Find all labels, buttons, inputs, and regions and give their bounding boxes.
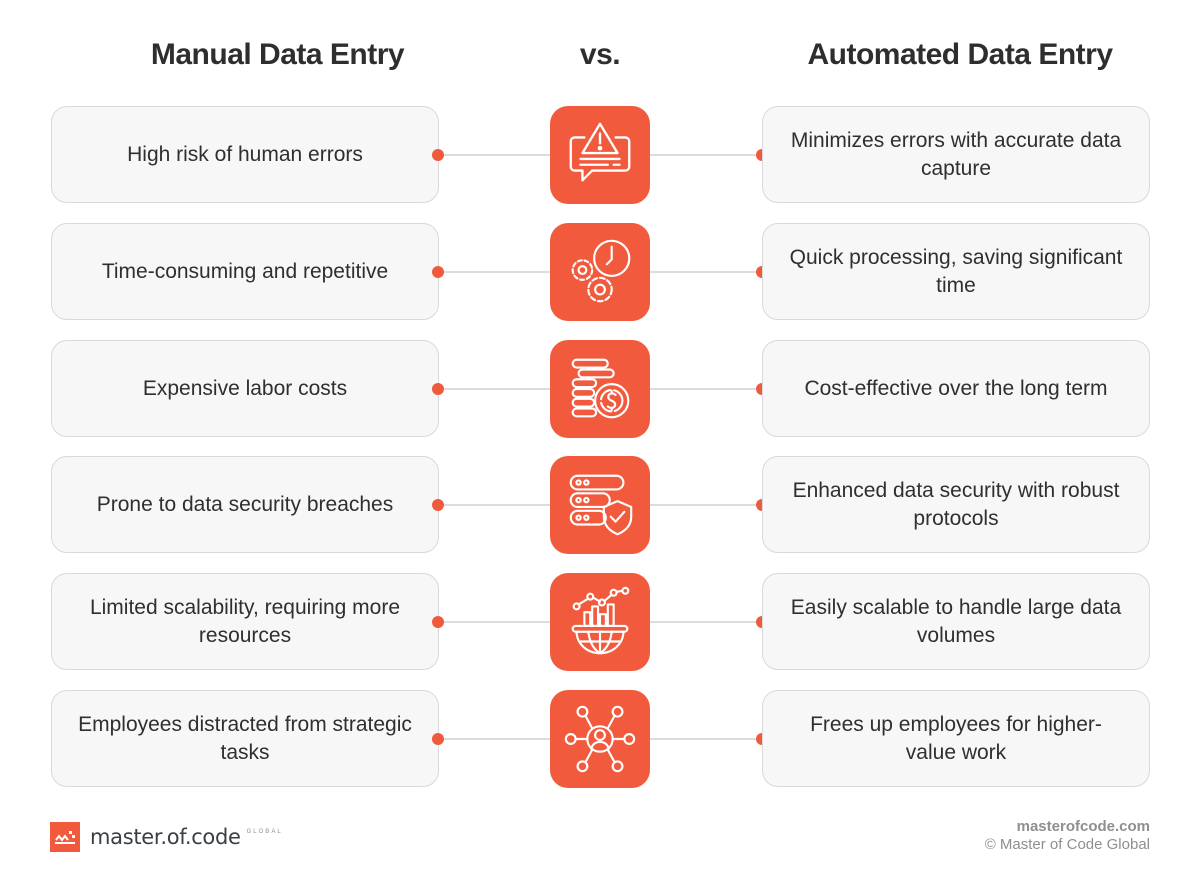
automated-card: Frees up employees for higher-value work <box>762 690 1150 787</box>
manual-heading: Manual Data Entry <box>150 38 405 71</box>
global-growth-chart-icon <box>550 573 650 671</box>
server-shield-icon <box>550 456 650 554</box>
automated-card: Enhanced data security with robust proto… <box>762 456 1150 553</box>
automated-text: Frees up employees for higher-value work <box>810 712 1102 764</box>
manual-text: Employees distracted from strategic task… <box>78 712 412 764</box>
comparison-row: Prone to data security breaches Enhanced… <box>0 456 1200 554</box>
coins-dollar-icon <box>550 340 650 438</box>
automated-card: Cost-effective over the long term <box>762 340 1150 437</box>
comparison-row: High risk of human errors Minimizes erro… <box>0 106 1200 204</box>
manual-card: Prone to data security breaches <box>51 456 439 553</box>
manual-card: Employees distracted from strategic task… <box>51 690 439 787</box>
automated-text: Cost-effective over the long term <box>804 376 1108 400</box>
comparison-row: Expensive labor costs Cost-effective ove… <box>0 340 1200 438</box>
logo-subtext: GLOBAL <box>246 829 283 835</box>
automated-text: Easily scalable to handle large data vol… <box>790 595 1122 647</box>
comparison-row: Time-consuming and repetitive Quick proc… <box>0 223 1200 321</box>
automated-card: Easily scalable to handle large data vol… <box>762 573 1150 670</box>
logo-text: master.of.code <box>90 825 241 849</box>
gears-clock-icon <box>550 223 650 321</box>
automated-card: Minimizes errors with accurate data capt… <box>762 106 1150 203</box>
comparison-row: Limited scalability, requiring more reso… <box>0 573 1200 671</box>
copyright-text: © Master of Code Global <box>984 836 1150 853</box>
connector-dot <box>432 149 444 161</box>
connector-dot <box>432 616 444 628</box>
alert-message-icon <box>550 106 650 204</box>
automated-heading: Automated Data Entry <box>807 38 1113 71</box>
logo-mark-icon <box>50 822 80 852</box>
connector-dot <box>432 499 444 511</box>
automated-card: Quick processing, saving significant tim… <box>762 223 1150 320</box>
connector-dot <box>432 266 444 278</box>
automated-text: Quick processing, saving significant tim… <box>789 245 1123 297</box>
vs-heading: vs. <box>579 38 621 71</box>
connector-dot <box>432 383 444 395</box>
manual-text: Prone to data security breaches <box>96 492 394 516</box>
footer-credits: masterofcode.com © Master of Code Global <box>985 818 1150 853</box>
automated-text: Minimizes errors with accurate data capt… <box>790 128 1122 180</box>
manual-card: High risk of human errors <box>51 106 439 203</box>
user-network-icon <box>550 690 650 788</box>
automated-text: Enhanced data security with robust proto… <box>792 478 1120 530</box>
manual-text: Expensive labor costs <box>142 376 348 400</box>
connector-dot <box>432 733 444 745</box>
manual-card: Expensive labor costs <box>51 340 439 437</box>
manual-text: Limited scalability, requiring more reso… <box>89 595 401 647</box>
comparison-row: Employees distracted from strategic task… <box>0 690 1200 788</box>
manual-text: High risk of human errors <box>127 142 363 166</box>
manual-text: Time-consuming and repetitive <box>101 259 389 283</box>
manual-card: Time-consuming and repetitive <box>51 223 439 320</box>
manual-card: Limited scalability, requiring more reso… <box>51 573 439 670</box>
brand-logo[interactable]: master.of.code GLOBAL <box>50 822 283 852</box>
site-link[interactable]: masterofcode.com <box>985 818 1150 835</box>
